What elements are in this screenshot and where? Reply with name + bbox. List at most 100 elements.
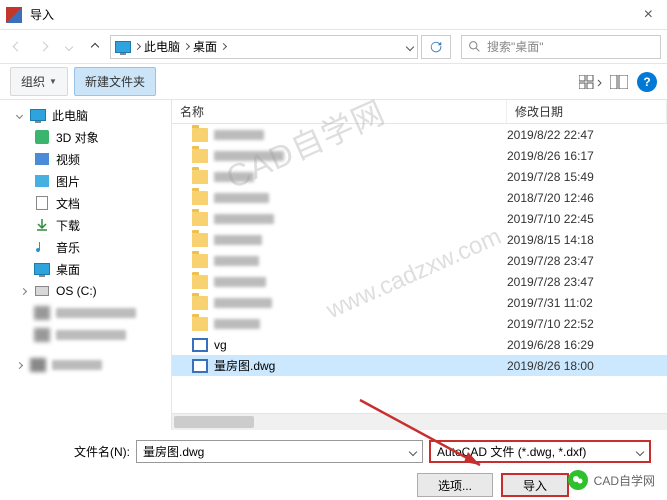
file-date: 2019/7/10 22:45	[507, 212, 667, 226]
folder-icon	[192, 149, 208, 163]
file-name: vg	[214, 338, 507, 352]
file-row[interactable]: 2019/7/10 22:45	[172, 208, 667, 229]
search-input[interactable]: 搜索"桌面"	[461, 35, 661, 59]
search-icon	[468, 40, 481, 53]
file-row[interactable]: 量房图.dwg2019/8/26 18:00	[172, 355, 667, 376]
new-folder-button[interactable]: 新建文件夹	[74, 67, 156, 96]
music-icon	[35, 240, 49, 254]
file-row[interactable]: 2019/7/28 23:47	[172, 271, 667, 292]
file-name	[214, 193, 507, 203]
file-name: 量房图.dwg	[214, 357, 507, 374]
nav-item-blur[interactable]	[0, 354, 171, 376]
col-name[interactable]: 名称	[172, 100, 507, 123]
picture-icon	[35, 175, 49, 187]
file-date: 2019/7/31 11:02	[507, 296, 667, 310]
nav-music[interactable]: 音乐	[0, 236, 171, 258]
file-date: 2019/8/26 16:17	[507, 149, 667, 163]
file-name	[214, 214, 507, 224]
app-icon	[6, 7, 22, 23]
desktop-icon	[34, 263, 50, 275]
address-bar[interactable]: 此电脑 桌面	[110, 35, 418, 59]
file-row[interactable]: 2019/7/31 11:02	[172, 292, 667, 313]
import-button[interactable]: 导入	[501, 473, 569, 497]
chevron-down-icon[interactable]	[406, 42, 414, 50]
nav-tree[interactable]: 此电脑 3D 对象 视频 图片 文档 下载 音乐 桌面 OS (C:)	[0, 100, 172, 430]
file-row[interactable]: 2019/7/28 15:49	[172, 166, 667, 187]
file-row[interactable]: 2019/7/10 22:52	[172, 313, 667, 334]
collapse-icon[interactable]	[14, 113, 24, 118]
file-name	[214, 298, 507, 308]
nav-drive-blur[interactable]	[0, 324, 171, 346]
nav-3d[interactable]: 3D 对象	[0, 126, 171, 148]
file-date: 2019/6/28 16:29	[507, 338, 667, 352]
pc-icon	[115, 41, 131, 53]
file-row[interactable]: 2019/7/28 23:47	[172, 250, 667, 271]
file-date: 2019/8/15 14:18	[507, 233, 667, 247]
folder-icon	[192, 233, 208, 247]
nav-documents[interactable]: 文档	[0, 192, 171, 214]
view-mode-button[interactable]	[579, 70, 603, 94]
chevron-right-icon	[183, 43, 190, 50]
chevron-down-icon[interactable]	[409, 447, 417, 455]
forward-button[interactable]	[32, 36, 54, 58]
back-button[interactable]	[6, 36, 28, 58]
folder-icon	[192, 254, 208, 268]
scrollbar-thumb[interactable]	[174, 416, 254, 428]
nav-downloads[interactable]: 下载	[0, 214, 171, 236]
nav-this-pc[interactable]: 此电脑	[0, 104, 171, 126]
file-row[interactable]: 2018/7/20 12:46	[172, 187, 667, 208]
file-row[interactable]: vg2019/6/28 16:29	[172, 334, 667, 355]
search-placeholder: 搜索"桌面"	[487, 38, 544, 55]
folder-icon	[192, 275, 208, 289]
file-date: 2018/7/20 12:46	[507, 191, 667, 205]
nav-os-c[interactable]: OS (C:)	[0, 280, 171, 302]
file-date: 2019/7/28 23:47	[507, 275, 667, 289]
breadcrumb[interactable]: 桌面	[193, 38, 217, 55]
file-row[interactable]: 2019/8/15 14:18	[172, 229, 667, 250]
folder-icon	[192, 296, 208, 310]
file-date: 2019/8/26 18:00	[507, 359, 667, 373]
wechat-icon	[568, 470, 588, 490]
chevron-right-icon	[134, 43, 141, 50]
file-date: 2019/7/10 22:52	[507, 317, 667, 331]
document-icon	[36, 196, 48, 210]
file-row[interactable]: 2019/8/22 22:47	[172, 124, 667, 145]
chevron-down-icon[interactable]	[636, 447, 644, 455]
help-icon[interactable]: ?	[637, 72, 657, 92]
folder-icon	[192, 128, 208, 142]
file-date: 2019/7/28 15:49	[507, 170, 667, 184]
file-name	[214, 172, 507, 182]
nav-desktop[interactable]: 桌面	[0, 258, 171, 280]
column-headers[interactable]: 名称 修改日期	[172, 100, 667, 124]
close-icon[interactable]: ×	[636, 6, 661, 24]
cube-icon	[35, 130, 49, 144]
chevron-right-icon	[220, 43, 227, 50]
filetype-select[interactable]: AutoCAD 文件 (*.dwg, *.dxf)	[429, 440, 651, 463]
file-row[interactable]: 2019/8/26 16:17	[172, 145, 667, 166]
refresh-button[interactable]	[421, 35, 451, 59]
file-list[interactable]: 2019/8/22 22:47 2019/8/26 16:17 2019/7/28 …	[172, 124, 667, 413]
options-button[interactable]: 选项...	[417, 473, 493, 497]
file-icon	[192, 338, 208, 352]
recent-button[interactable]	[58, 36, 80, 58]
window-title: 导入	[30, 6, 636, 23]
file-name	[214, 277, 507, 287]
file-name	[214, 319, 507, 329]
breadcrumb[interactable]: 此电脑	[144, 38, 180, 55]
nav-pictures[interactable]: 图片	[0, 170, 171, 192]
file-date: 2019/8/22 22:47	[507, 128, 667, 142]
scrollbar[interactable]	[172, 413, 667, 430]
up-button[interactable]	[84, 36, 106, 58]
pc-icon	[30, 109, 46, 121]
organize-button[interactable]: 组织 ▼	[10, 67, 68, 96]
preview-pane-button[interactable]	[607, 70, 631, 94]
credit: CAD自学网	[568, 470, 655, 490]
folder-icon	[192, 212, 208, 226]
nav-videos[interactable]: 视频	[0, 148, 171, 170]
filename-input[interactable]: 量房图.dwg	[136, 440, 423, 463]
file-icon	[192, 359, 208, 373]
col-modified[interactable]: 修改日期	[507, 100, 667, 123]
download-icon	[35, 218, 49, 232]
nav-drive-blur[interactable]	[0, 302, 171, 324]
folder-icon	[192, 317, 208, 331]
